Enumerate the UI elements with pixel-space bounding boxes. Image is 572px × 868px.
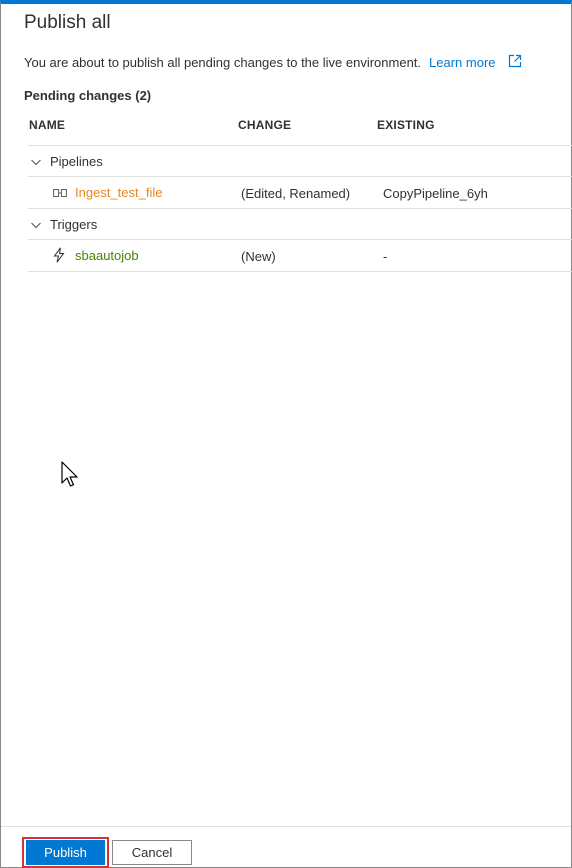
header-divider bbox=[28, 145, 572, 146]
column-header-existing[interactable]: EXISTING bbox=[377, 118, 435, 132]
trigger-name: sbaautojob bbox=[75, 247, 139, 263]
group-label-pipelines: Pipelines bbox=[50, 154, 103, 169]
row-divider bbox=[28, 271, 572, 272]
row-divider bbox=[28, 239, 572, 240]
description-text: You are about to publish all pending cha… bbox=[24, 55, 422, 70]
row-divider bbox=[28, 208, 572, 209]
existing-cell: CopyPipeline_6yh bbox=[383, 186, 488, 201]
pipeline-icon bbox=[53, 188, 67, 197]
table-row-name[interactable]: Ingest_test_file bbox=[53, 185, 162, 200]
publish-button[interactable]: Publish bbox=[26, 840, 105, 865]
group-label-triggers: Triggers bbox=[50, 217, 98, 232]
pipeline-name: Ingest_test_file bbox=[75, 185, 163, 200]
trigger-icon bbox=[53, 247, 65, 263]
existing-cell: - bbox=[383, 249, 388, 264]
row-divider bbox=[28, 176, 572, 177]
cancel-button[interactable]: Cancel bbox=[112, 840, 192, 865]
external-link-icon[interactable] bbox=[508, 54, 522, 68]
column-header-name[interactable]: NAME bbox=[29, 118, 65, 132]
pending-changes-label: Pending changes (2) bbox=[24, 88, 152, 103]
table-row-name[interactable]: sbaautojob bbox=[53, 247, 139, 263]
mouse-cursor-icon bbox=[61, 461, 78, 487]
change-cell: (New) bbox=[241, 249, 276, 264]
learn-more-link[interactable]: Learn more bbox=[429, 55, 495, 70]
column-header-change[interactable]: CHANGE bbox=[238, 118, 291, 132]
group-pipelines[interactable]: Pipelines bbox=[30, 154, 103, 169]
chevron-down-icon bbox=[31, 159, 41, 165]
footer-divider bbox=[1, 826, 571, 827]
chevron-down-icon bbox=[31, 222, 41, 228]
group-triggers[interactable]: Triggers bbox=[30, 217, 97, 232]
description: You are about to publish all pending cha… bbox=[24, 55, 496, 70]
change-cell: (Edited, Renamed) bbox=[241, 186, 351, 201]
publish-all-panel: Publish all You are about to publish all… bbox=[0, 0, 572, 868]
panel-title: Publish all bbox=[24, 12, 111, 33]
